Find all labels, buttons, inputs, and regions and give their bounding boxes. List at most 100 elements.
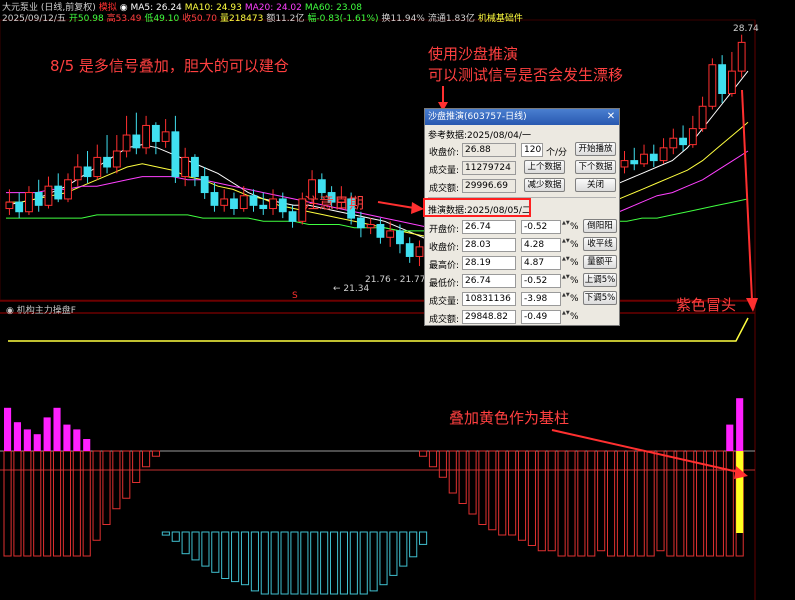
candle-body bbox=[737, 41, 746, 72]
sim-row-value-input[interactable]: 29848.82 bbox=[462, 310, 516, 324]
sim-row-label: 收盘价: bbox=[429, 243, 460, 253]
red-bar bbox=[537, 450, 546, 552]
purple-bar bbox=[33, 434, 41, 451]
sim-row-pct-input[interactable]: -0.52 bbox=[521, 220, 561, 234]
cyan-bar bbox=[240, 531, 250, 586]
line2-item-2: 高53.49 bbox=[106, 14, 142, 24]
sim-row-spinner-icon[interactable]: ▲▼ bbox=[562, 238, 570, 252]
cyan-bar bbox=[171, 531, 180, 542]
sim-row-label: 成交量: bbox=[429, 297, 460, 307]
price-low-value: 21.34 bbox=[343, 284, 370, 294]
cyan-bar bbox=[379, 531, 388, 586]
days-input[interactable]: 120 bbox=[521, 143, 543, 157]
sim-row-value-input[interactable]: 28.03 bbox=[462, 238, 516, 252]
candle-body bbox=[200, 176, 209, 194]
candle-body bbox=[122, 134, 131, 152]
sim-row-action-button[interactable]: 收平线 bbox=[583, 237, 617, 251]
red-bar bbox=[92, 450, 101, 541]
sim-row-pct-input[interactable]: -3.98 bbox=[521, 292, 561, 306]
sim-row-spinner-icon[interactable]: ▲▼ bbox=[562, 292, 570, 306]
red-bar bbox=[458, 450, 467, 504]
candle-body bbox=[698, 105, 707, 130]
cyan-bar bbox=[320, 531, 329, 595]
red-bar bbox=[577, 450, 586, 557]
candle-body bbox=[669, 137, 678, 149]
cyan-bar bbox=[339, 531, 348, 595]
candle-body bbox=[191, 156, 199, 178]
red-bar bbox=[33, 450, 42, 557]
red-bar bbox=[616, 450, 626, 557]
sim-row-spinner-icon[interactable]: ▲▼ bbox=[562, 256, 570, 270]
sim-row-value-input[interactable]: 26.74 bbox=[462, 274, 516, 288]
sim-row-action-button[interactable]: 量额平 bbox=[583, 255, 617, 269]
sim-row-action-button[interactable]: 倒阳阳 bbox=[583, 219, 617, 233]
next-data-button[interactable]: 下个数据 bbox=[575, 160, 616, 174]
red-bar bbox=[52, 450, 62, 557]
cyan-bar bbox=[409, 531, 418, 558]
sim-row-action-button[interactable]: 上调5% bbox=[583, 273, 617, 287]
cyan-bar bbox=[290, 531, 299, 595]
arrow-purple-head bbox=[746, 298, 758, 312]
red-bar bbox=[488, 450, 497, 531]
start-play-button[interactable]: 开始播放 bbox=[575, 142, 616, 156]
sim-row-spinner-icon[interactable]: ▲▼ bbox=[562, 274, 570, 288]
close-button[interactable]: 关闭 bbox=[575, 178, 616, 192]
sell-marker: S bbox=[292, 291, 298, 301]
red-bar bbox=[43, 450, 52, 557]
cyan-bar bbox=[161, 531, 170, 536]
purple-bar bbox=[726, 424, 734, 451]
dialog-title-bar: 沙盘推演(603757-日线) ✕ bbox=[425, 109, 619, 125]
purple-bar bbox=[63, 424, 71, 451]
red-bar bbox=[13, 450, 22, 557]
purple-bar bbox=[83, 439, 91, 451]
cyan-bar bbox=[211, 531, 220, 573]
candle-body bbox=[727, 70, 736, 94]
sim-row-pct-input[interactable]: 4.28 bbox=[521, 238, 561, 252]
red-bar bbox=[656, 450, 665, 552]
date-highlight-box bbox=[423, 198, 531, 217]
red-bar bbox=[686, 450, 695, 557]
sim-row-value-input[interactable]: 26.74 bbox=[462, 220, 516, 234]
purple-bar bbox=[53, 407, 61, 451]
sim-row-spinner-icon[interactable]: ▲▼ bbox=[562, 220, 570, 234]
annotation-purple: 紫色冒头 bbox=[676, 296, 737, 314]
candle-body bbox=[103, 156, 111, 168]
red-bar bbox=[666, 450, 675, 557]
cyan-bar bbox=[329, 531, 339, 595]
reduce-data-button[interactable]: 减少数据 bbox=[524, 178, 565, 192]
price-low-label: ← 21.34 bbox=[333, 284, 370, 294]
line2-item-10: 机械基础件 bbox=[477, 14, 523, 24]
line2-item-0: 2025/09/12/五 bbox=[2, 14, 66, 24]
sim-row-action-button[interactable]: 下调5% bbox=[583, 291, 617, 305]
candle-body bbox=[386, 230, 395, 238]
line2-item-6: 额11.2亿 bbox=[266, 14, 305, 24]
chart-grid bbox=[0, 19, 756, 600]
close-icon[interactable]: ✕ bbox=[605, 111, 617, 123]
candle-body bbox=[396, 230, 404, 245]
candle-body bbox=[230, 198, 238, 210]
red-bar bbox=[597, 450, 606, 552]
candle-body bbox=[269, 198, 277, 210]
candle-body bbox=[220, 198, 229, 206]
purple-bar bbox=[73, 429, 81, 451]
prev-data-button[interactable]: 上个数据 bbox=[524, 160, 565, 174]
candle-body bbox=[620, 160, 629, 168]
candle-body bbox=[649, 153, 658, 162]
candle-body bbox=[718, 64, 727, 94]
sim-row-value-input[interactable]: 28.19 bbox=[462, 256, 516, 270]
red-bar bbox=[72, 450, 81, 557]
sim-row-spinner-icon[interactable]: ▲▼ bbox=[562, 310, 570, 324]
red-bar bbox=[82, 450, 91, 557]
candle-body bbox=[317, 179, 326, 194]
candle-body bbox=[44, 185, 53, 206]
cyan-bar bbox=[201, 531, 210, 567]
sim-row-pct-input[interactable]: -0.49 bbox=[521, 310, 561, 324]
cyan-bar bbox=[181, 531, 190, 555]
ref-amount-field: 29996.69 bbox=[462, 179, 516, 193]
cyan-bar bbox=[349, 531, 358, 595]
sim-row-label: 最低价: bbox=[429, 279, 460, 289]
sim-row-value-input[interactable]: 10831136 bbox=[462, 292, 516, 306]
candle-body bbox=[249, 195, 258, 206]
sim-row-pct-input[interactable]: 4.87 bbox=[521, 256, 561, 270]
sim-row-pct-input[interactable]: -0.52 bbox=[521, 274, 561, 288]
